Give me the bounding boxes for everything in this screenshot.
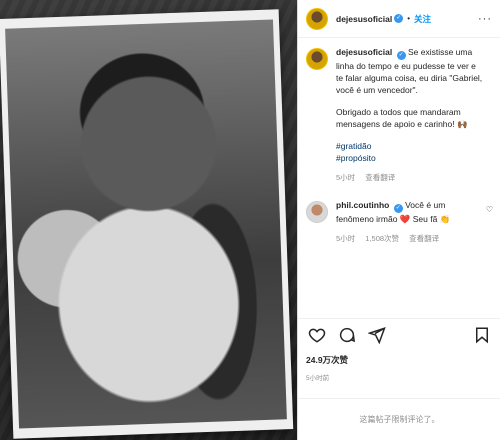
hashtag-link[interactable]: #propósito [336,152,483,164]
avatar[interactable] [306,7,328,30]
verified-badge-icon: ✓ [393,204,403,213]
comments-limited-notice: 这篇帖子限制评论了。 [298,398,500,440]
hashtag-link[interactable]: #gratidão [336,140,483,152]
comment-item: phil.coutinho ✓ Você é um fenômeno irmão… [298,199,500,244]
comments-section: dejesusoficial ✓ Se existisse uma linha … [298,46,500,310]
photo-print [0,9,294,439]
comment-author[interactable]: phil.coutinho [336,200,389,210]
translate-link[interactable]: 查看翻译 [409,234,439,243]
comment-text: phil.coutinho ✓ Você é um fenômeno irmão… [336,199,483,225]
avatar[interactable] [306,48,328,70]
verified-badge-icon: ✓ [394,14,404,23]
action-bar [298,318,500,350]
caption: dejesusoficial ✓ Se existisse uma linha … [298,46,500,183]
username[interactable]: dejesusoficial [336,14,392,24]
verified-badge-icon: ✓ [396,51,406,60]
post-media[interactable] [0,0,297,440]
post-side-panel: dejesusoficial ✓ • 关注 ··· dejesusoficial… [297,0,500,440]
post-header: dejesusoficial ✓ • 关注 ··· [298,0,500,38]
heart-icon[interactable] [306,324,328,346]
caption-text: dejesusoficial ✓ Se existisse uma linha … [336,46,483,164]
caption-meta: 5小时 查看翻译 [336,172,483,183]
bookmark-icon[interactable] [471,324,493,346]
comment-icon[interactable] [336,324,358,346]
comment-time[interactable]: 5小时 [336,234,355,243]
post-timestamp[interactable]: 5小时前 [306,372,329,382]
hashtags: #gratidão #propósito [336,140,483,164]
follow-button[interactable]: 关注 [414,13,431,25]
caption-thanks: Obrigado a todos que mandaram mensagens … [336,107,468,129]
instagram-post: dejesusoficial ✓ • 关注 ··· dejesusoficial… [0,0,500,440]
avatar[interactable] [306,201,328,223]
comment-like-heart-icon[interactable]: ♡ [486,205,493,214]
baby-photo [5,19,287,429]
share-icon[interactable] [366,324,388,346]
likes-count[interactable]: 24.9万次赞 [306,354,348,366]
caption-author[interactable]: dejesusoficial [336,47,392,57]
caption-time[interactable]: 5小时 [336,173,355,182]
comment-meta: 5小时 1,508次赞 查看翻译 [336,233,483,244]
more-options-icon[interactable]: ··· [478,13,492,25]
separator-dot: • [407,14,411,23]
comment-likes[interactable]: 1,508次赞 [365,234,399,243]
translate-link[interactable]: 查看翻译 [365,173,395,182]
